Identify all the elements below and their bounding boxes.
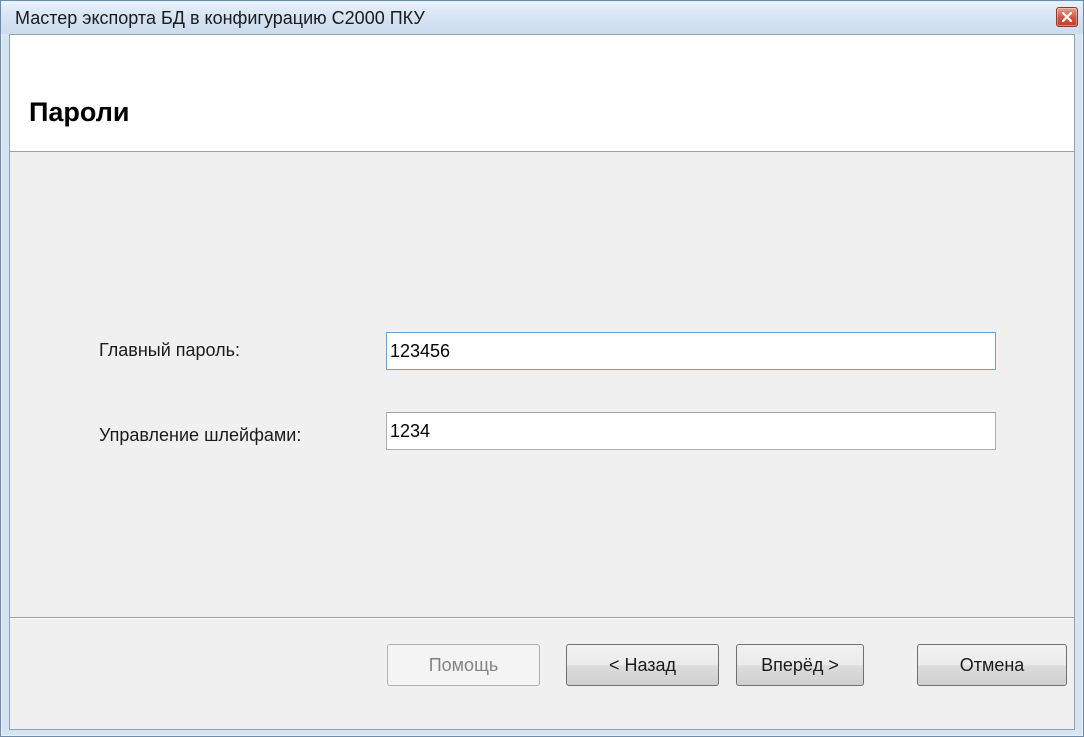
close-icon [1062, 12, 1072, 22]
help-button[interactable]: Помощь [387, 644, 540, 686]
wizard-header-panel: Пароли [10, 35, 1074, 152]
loop-control-label: Управление шлейфами: [99, 425, 302, 445]
wizard-window: Мастер экспорта БД в конфигурацию С2000 … [0, 0, 1084, 737]
wizard-client-area: Пароли Главный пароль: Управление шлейфа… [9, 34, 1075, 730]
footer-divider [10, 617, 1074, 619]
window-title: Мастер экспорта БД в конфигурацию С2000 … [15, 8, 425, 28]
cancel-button[interactable]: Отмена [917, 644, 1067, 686]
main-password-label: Главный пароль: [99, 340, 241, 360]
loop-control-password-input[interactable] [386, 412, 996, 450]
page-title: Пароли [29, 97, 130, 127]
next-button[interactable]: Вперёд > [736, 644, 864, 686]
close-button[interactable] [1056, 7, 1078, 27]
title-bar[interactable]: Мастер экспорта БД в конфигурацию С2000 … [1, 1, 1083, 34]
main-password-input[interactable] [386, 332, 996, 370]
back-button[interactable]: < Назад [566, 644, 719, 686]
